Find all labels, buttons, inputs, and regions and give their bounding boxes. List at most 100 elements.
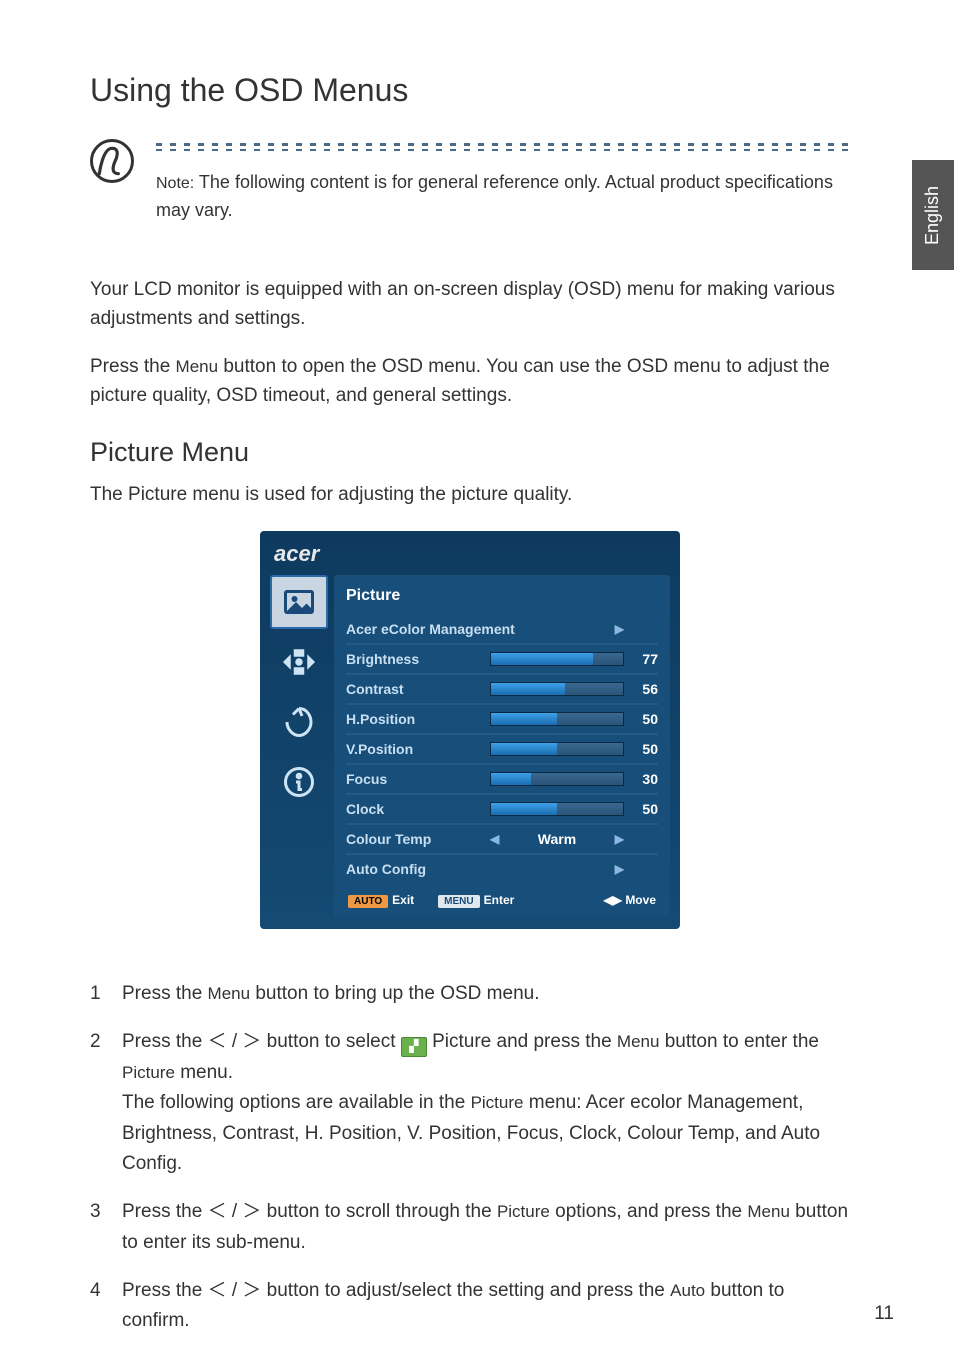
- osd-row[interactable]: Auto Config ▶: [346, 855, 658, 883]
- note-block: Note: The following content is for gener…: [90, 139, 850, 225]
- picture-inline-icon: ▞: [401, 1037, 427, 1057]
- osd-row[interactable]: Acer eColor Management ▶: [346, 615, 658, 645]
- nav-symbols: ＜ / ＞: [208, 1280, 262, 1301]
- slider-track[interactable]: [490, 802, 624, 816]
- note-body: Note: The following content is for gener…: [156, 139, 850, 225]
- menu-label: Menu: [747, 1202, 790, 1221]
- slider-track[interactable]: [490, 772, 624, 786]
- eco-icon[interactable]: [270, 695, 328, 749]
- osd-row-value: 50: [632, 801, 658, 817]
- osd-panel: acer Picture: [260, 531, 680, 929]
- picture-label: Picture: [122, 1063, 175, 1082]
- page-heading: Using the OSD Menus: [90, 72, 850, 109]
- osd-row-label: H.Position: [346, 711, 482, 727]
- language-tab: English: [912, 160, 954, 270]
- txt: menu.: [175, 1062, 233, 1083]
- osd-row-label: Auto Config: [346, 861, 607, 877]
- chevron-right-icon[interactable]: ▶: [615, 862, 624, 876]
- chevron-right-icon[interactable]: ▶: [615, 832, 624, 846]
- slider-fill: [491, 713, 557, 725]
- intro-para-2: Press the Menu button to open the OSD me…: [90, 352, 850, 411]
- exit-hint: AUTO Exit: [348, 893, 414, 907]
- txt: Press the: [122, 983, 208, 1004]
- osd-row-value: 77: [632, 651, 658, 667]
- auto-label: Auto: [670, 1281, 705, 1300]
- txt: button to scroll through the: [261, 1201, 497, 1222]
- osd-row[interactable]: Colour Temp ◀ Warm ▶: [346, 825, 658, 855]
- osd-row[interactable]: Clock 50: [346, 795, 658, 825]
- instruction-list: Press the Menu button to bring up the OS…: [90, 979, 850, 1337]
- txt: Exit: [392, 893, 414, 907]
- section-desc: The Picture menu is used for adjusting t…: [90, 480, 850, 509]
- txt: Press the: [122, 1201, 208, 1222]
- osd-rows: Acer eColor Management ▶ Brightness 77 Cont…: [346, 615, 658, 883]
- page-number: 11: [874, 1303, 894, 1325]
- osd-row-value: 30: [632, 771, 658, 787]
- txt: The following options are available in t…: [122, 1092, 471, 1113]
- spacer: [632, 831, 658, 847]
- osd-nav: [270, 575, 328, 917]
- nav-symbols: ＜ / ＞: [208, 1201, 262, 1222]
- slider-track[interactable]: [490, 682, 624, 696]
- picture-icon[interactable]: [270, 575, 328, 629]
- spacer: [632, 861, 658, 877]
- osd-row[interactable]: V.Position 50: [346, 735, 658, 765]
- txt: Press the: [122, 1031, 208, 1052]
- chevron-left-icon[interactable]: ◀: [490, 832, 499, 846]
- txt: options, and press the: [550, 1201, 748, 1222]
- osd-row-label: Focus: [346, 771, 482, 787]
- osd-row-label: Brightness: [346, 651, 482, 667]
- txt: button to select: [261, 1031, 400, 1052]
- picture-label: Picture: [497, 1202, 550, 1221]
- adjust-icon[interactable]: [270, 635, 328, 689]
- slider-track[interactable]: [490, 652, 624, 666]
- osd-row[interactable]: Brightness 77: [346, 645, 658, 675]
- chevron-right-icon[interactable]: ▶: [615, 622, 624, 636]
- note-text-content: The following content is for general ref…: [156, 172, 833, 220]
- osd-row[interactable]: Focus 30: [346, 765, 658, 795]
- menu-label: Menu: [176, 357, 219, 376]
- osd-figure: acer Picture: [90, 531, 850, 929]
- osd-row[interactable]: Contrast 56: [346, 675, 658, 705]
- txt: Press the: [122, 1280, 208, 1301]
- osd-footer: AUTOExit MENUEnter ◀▶ Move: [346, 883, 658, 907]
- osd-row[interactable]: H.Position 50: [346, 705, 658, 735]
- step-4: Press the ＜ / ＞ button to adjust/select …: [90, 1276, 850, 1337]
- txt: Picture and press the: [427, 1031, 617, 1052]
- note-text: Note: The following content is for gener…: [156, 169, 850, 225]
- slider-fill: [491, 683, 565, 695]
- txt: button to bring up the OSD menu.: [250, 983, 539, 1004]
- osd-row-label: Acer eColor Management: [346, 621, 607, 637]
- osd-select-value: Warm: [507, 831, 607, 847]
- osd-title: Picture: [346, 587, 658, 605]
- move-hint: ◀▶ Move: [604, 893, 656, 907]
- dotted-rule: [156, 143, 850, 151]
- intro-para-1: Your LCD monitor is equipped with an on-…: [90, 275, 850, 334]
- picture-label: Picture: [471, 1093, 524, 1112]
- step-3: Press the ＜ / ＞ button to scroll through…: [90, 1197, 850, 1258]
- slider-track[interactable]: [490, 712, 624, 726]
- osd-row-label: Contrast: [346, 681, 482, 697]
- page-content: Using the OSD Menus Note: The following …: [90, 72, 850, 1355]
- osd-row-value: 50: [632, 741, 658, 757]
- nav-symbols: ＜ / ＞: [208, 1031, 262, 1052]
- slider-fill: [491, 773, 531, 785]
- slider-fill: [491, 803, 557, 815]
- note-icon: [90, 139, 134, 183]
- slider-fill: [491, 653, 593, 665]
- step-2: Press the ＜ / ＞ button to select ▞ Pictu…: [90, 1027, 850, 1179]
- note-label: Note:: [156, 175, 194, 192]
- step-1: Press the Menu button to bring up the OS…: [90, 979, 850, 1009]
- osd-row-label: Colour Temp: [346, 831, 482, 847]
- osd-row-label: V.Position: [346, 741, 482, 757]
- info-icon[interactable]: [270, 755, 328, 809]
- txt: Enter: [484, 893, 515, 907]
- osd-row-value: 50: [632, 711, 658, 727]
- osd-row-label: Clock: [346, 801, 482, 817]
- txt: Move: [625, 893, 656, 907]
- osd-row-value: 56: [632, 681, 658, 697]
- txt: button to adjust/select the setting and …: [261, 1280, 670, 1301]
- auto-tag: AUTO: [348, 895, 388, 908]
- menu-label: Menu: [617, 1032, 660, 1051]
- slider-track[interactable]: [490, 742, 624, 756]
